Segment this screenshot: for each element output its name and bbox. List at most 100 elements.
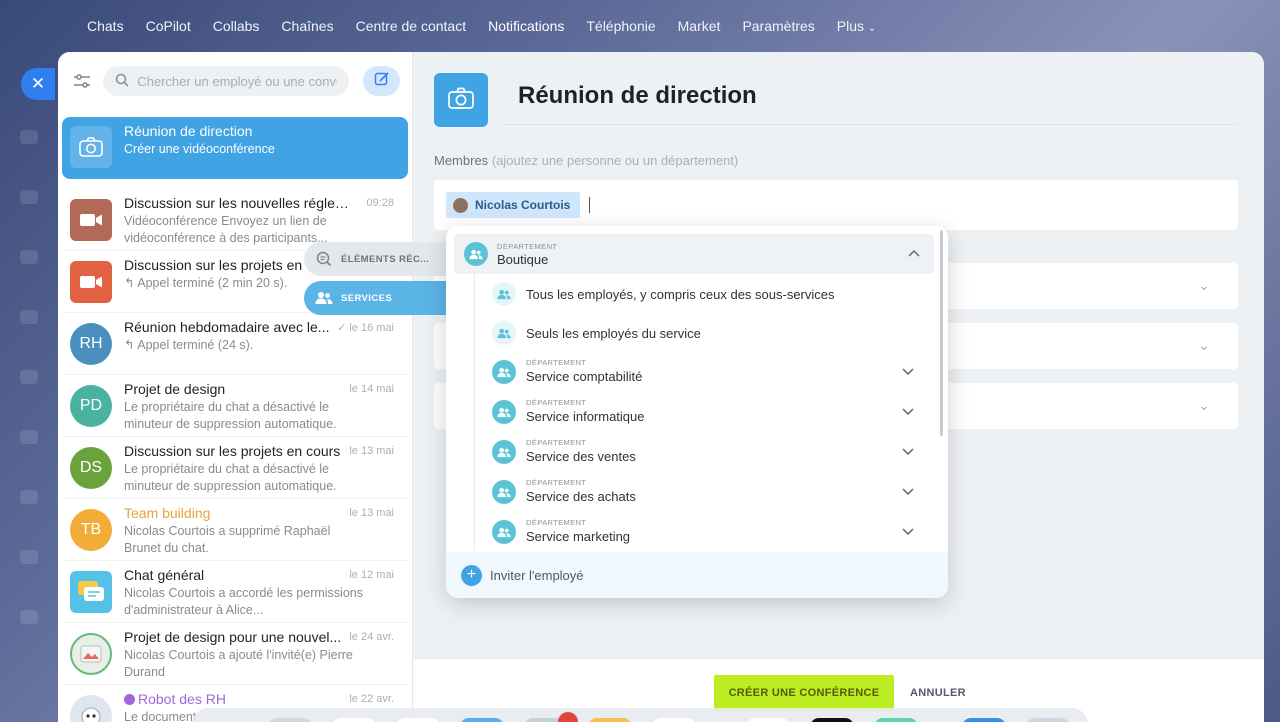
nav-channels[interactable]: Chaînes: [281, 18, 333, 34]
avatar: DS: [70, 447, 112, 489]
search-input[interactable]: [137, 73, 338, 89]
dock-app-icon[interactable]: [206, 718, 250, 722]
dock-app-icon[interactable]: [1026, 718, 1070, 722]
rail-icon[interactable]: [20, 430, 38, 444]
dock-app-icon[interactable]: [652, 718, 696, 722]
chevron-up-icon[interactable]: [908, 245, 920, 260]
invite-employee-button[interactable]: + Inviter l'employé: [446, 552, 948, 598]
dock-app-icon[interactable]: [332, 718, 376, 722]
plus-icon: +: [461, 564, 482, 586]
department-item[interactable]: DÉPARTEMENT Service des achats: [484, 474, 934, 510]
chat-subtitle: Créer une vidéoconférence: [124, 142, 275, 156]
nav-more[interactable]: Plus ⌄: [837, 18, 877, 34]
close-slider-button[interactable]: ✕: [21, 68, 55, 100]
dock: [192, 708, 1088, 722]
conference-title[interactable]: Réunion de direction: [518, 82, 757, 110]
nav-market[interactable]: Market: [678, 18, 721, 34]
nav-contact-center[interactable]: Centre de contact: [356, 18, 467, 34]
nav-notifications[interactable]: Notifications: [488, 18, 564, 34]
dock-app-icon[interactable]: [810, 718, 854, 722]
chat-subtitle: ↰ Appel terminé (24 s).: [124, 338, 254, 352]
department-caption: DÉPARTEMENT: [526, 438, 587, 447]
nav-chats[interactable]: Chats: [87, 18, 124, 34]
chevron-down-icon[interactable]: [902, 404, 914, 419]
dock-app-icon[interactable]: [962, 718, 1006, 722]
rail-icon[interactable]: [20, 130, 38, 144]
compose-button[interactable]: [363, 66, 400, 96]
chat-item-active[interactable]: Réunion de direction Créer une vidéoconf…: [62, 117, 408, 179]
chat-time: ✓ le 16 mai: [337, 322, 394, 334]
department-item[interactable]: DÉPARTEMENT Service comptabilité: [484, 354, 934, 390]
scrollbar[interactable]: [940, 230, 943, 436]
rail-icon[interactable]: [20, 250, 38, 264]
members-label: Membres (ajoutez une personne ou un dépa…: [434, 153, 738, 168]
robot-avatar: [70, 695, 112, 722]
list-item[interactable]: Chat général le 12 mai Nicolas Courtois …: [62, 561, 408, 623]
list-item[interactable]: TB Team building le 13 mai Nicolas Court…: [62, 499, 408, 561]
option-label: Seuls les employés du service: [526, 326, 701, 341]
dock-app-icon[interactable]: [746, 718, 790, 722]
rail-icon[interactable]: [20, 370, 38, 384]
cancel-button[interactable]: ANNULER: [910, 675, 966, 711]
text-cursor: [589, 197, 590, 213]
department-header-boutique[interactable]: DÉPARTEMENT Boutique: [454, 234, 934, 274]
create-conference-button[interactable]: CRÉER UNE CONFÉRENCE: [714, 675, 894, 711]
chat-subtitle: Nicolas Courtois a accordé les permissio…: [124, 586, 363, 617]
option-all-employees[interactable]: Tous les employés, y compris ceux des so…: [484, 276, 934, 312]
nav-more-label: Plus: [836, 18, 865, 34]
list-item[interactable]: DS Discussion sur les projets en cours l…: [62, 437, 408, 499]
department-item[interactable]: DÉPARTEMENT Service marketing: [484, 514, 934, 550]
dock-app-icon[interactable]: [396, 718, 440, 722]
tab-recent-items[interactable]: ÉLÉMENTS RÉC...: [304, 242, 446, 276]
chat-time: le 13 mai: [349, 445, 394, 457]
filter-icon[interactable]: [70, 69, 93, 93]
department-caption: DÉPARTEMENT: [497, 242, 558, 251]
department-caption: DÉPARTEMENT: [526, 478, 587, 487]
conference-avatar-upload[interactable]: [434, 73, 488, 127]
rail-icon[interactable]: [20, 610, 38, 624]
department-item[interactable]: DÉPARTEMENT Service des ventes: [484, 434, 934, 470]
dock-app-icon[interactable]: [460, 718, 504, 722]
member-avatar: [453, 197, 468, 213]
nav-copilot[interactable]: CoPilot: [146, 18, 191, 34]
chevron-down-icon[interactable]: [902, 444, 914, 459]
users-icon: [314, 288, 334, 308]
rail-icon[interactable]: [20, 310, 38, 324]
list-item[interactable]: PD Projet de design le 14 mai Le proprié…: [62, 375, 408, 437]
chevron-down-icon[interactable]: [902, 484, 914, 499]
list-item[interactable]: Projet de design pour une nouvel... le 2…: [62, 623, 408, 685]
project-avatar: [70, 633, 112, 675]
close-icon: ✕: [30, 74, 46, 93]
option-label: Tous les employés, y compris ceux des so…: [526, 287, 835, 302]
rail-icon[interactable]: [20, 190, 38, 204]
top-navigation: Chats CoPilot Collabs Chaînes Centre de …: [0, 0, 1280, 52]
members-field[interactable]: Nicolas Courtois: [434, 180, 1238, 230]
dock-app-icon[interactable]: [268, 718, 312, 722]
department-icon: [492, 440, 516, 464]
chevron-down-icon: ⌄: [1198, 337, 1210, 353]
tab-services[interactable]: SERVICES: [304, 281, 446, 315]
title-underline: [503, 124, 1238, 125]
members-hint: (ajoutez une personne ou un département): [491, 153, 739, 168]
option-service-only[interactable]: Seuls les employés du service: [484, 315, 934, 351]
chat-title: Chat général: [124, 567, 205, 583]
department-icon: [492, 360, 516, 384]
dock-app-icon[interactable]: [874, 718, 918, 722]
nav-settings[interactable]: Paramètres: [742, 18, 814, 34]
invite-label: Inviter l'employé: [490, 567, 584, 583]
dock-app-icon[interactable]: [588, 718, 632, 722]
chat-subtitle: Nicolas Courtois a ajouté l'invité(e) Pi…: [124, 648, 353, 679]
department-name: Service marketing: [526, 529, 631, 544]
department-name: Service informatique: [526, 409, 645, 424]
chat-title: Robot des RH: [138, 691, 226, 707]
chevron-down-icon: ⌄: [867, 23, 877, 34]
list-item[interactable]: RH Réunion hebdomadaire avec le... ✓ le …: [62, 313, 408, 375]
rail-icon[interactable]: [20, 490, 38, 504]
department-item[interactable]: DÉPARTEMENT Service informatique: [484, 394, 934, 430]
chevron-down-icon[interactable]: [902, 364, 914, 379]
member-chip[interactable]: Nicolas Courtois: [446, 192, 581, 218]
nav-telephony[interactable]: Téléphonie: [586, 18, 655, 34]
nav-collabs[interactable]: Collabs: [213, 18, 260, 34]
rail-icon[interactable]: [20, 550, 38, 564]
chevron-down-icon[interactable]: [902, 524, 914, 539]
